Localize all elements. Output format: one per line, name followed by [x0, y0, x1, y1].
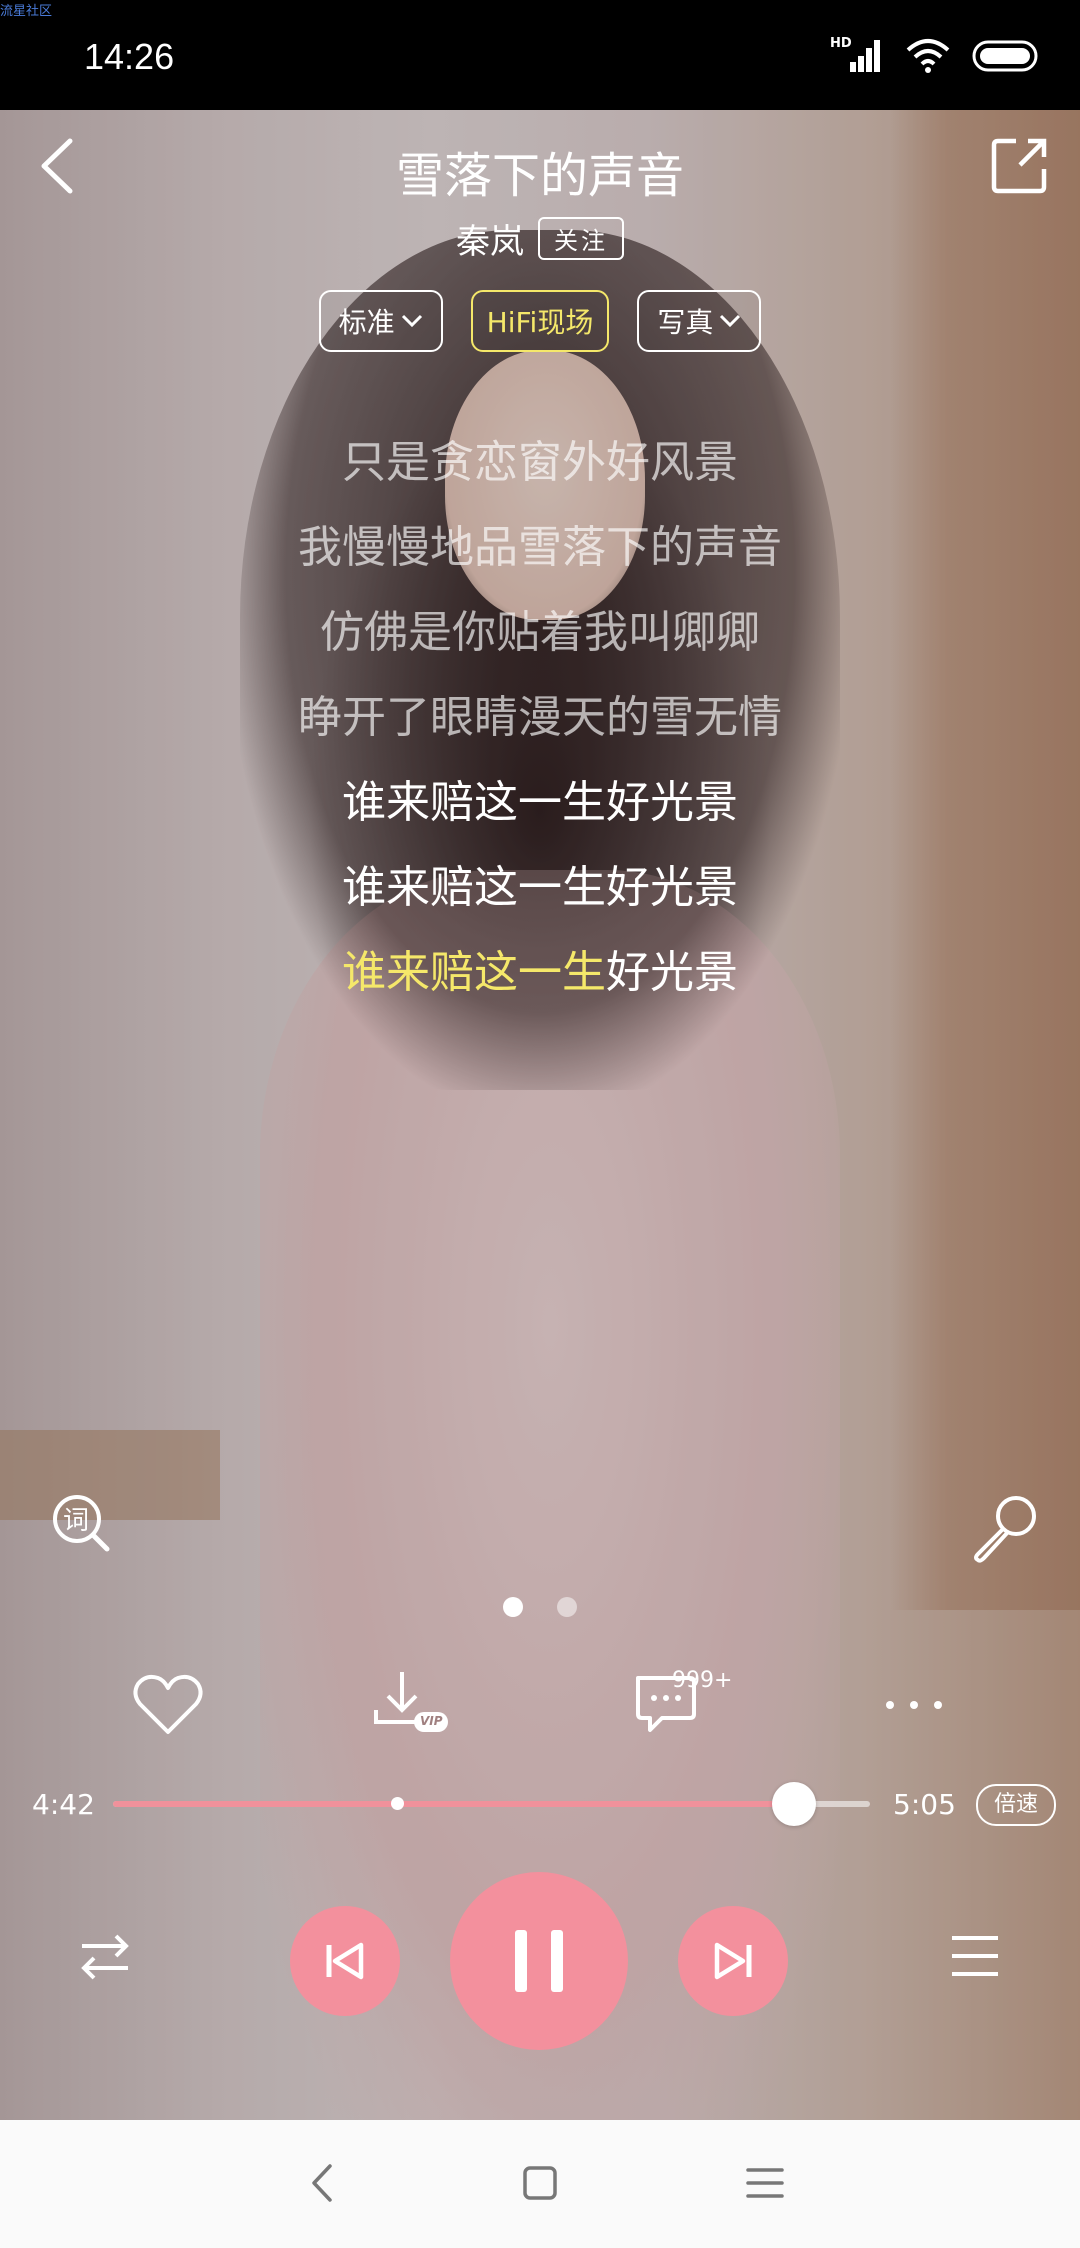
- lyrics-search-icon[interactable]: 词: [50, 1492, 112, 1554]
- lyric-sung-part: 谁来赔这一生: [342, 947, 606, 998]
- lyric-line: 只是贪恋窗外好风景: [342, 437, 738, 488]
- song-title: 雪落下的声音: [395, 148, 684, 204]
- status-icons: HD: [830, 36, 1042, 76]
- chevron-down-icon: [401, 309, 423, 333]
- nav-back-icon[interactable]: [298, 2158, 348, 2208]
- vip-badge: VIP: [420, 1714, 443, 1728]
- playback-speed-button[interactable]: 倍速: [976, 1784, 1056, 1826]
- lyric-line: 谁来赔这一生好光景: [342, 862, 738, 913]
- lyric-line: 谁来赔这一生好光景: [342, 777, 738, 828]
- mode-chips: 标准 HiFi现场 写真: [0, 290, 1080, 352]
- quality-selector[interactable]: 标准: [318, 290, 443, 352]
- seek-bar[interactable]: [113, 1782, 870, 1826]
- artist-row: 秦岚 关注: [0, 214, 1080, 263]
- signal-icon: HD: [830, 36, 884, 74]
- microphone-icon[interactable]: [968, 1492, 1040, 1564]
- seek-bar-fill: [113, 1801, 795, 1807]
- comment-count-badge: 999+: [672, 1668, 733, 1693]
- playlist-icon[interactable]: [948, 1930, 1002, 1984]
- visual-mode-selector[interactable]: 写真: [637, 290, 762, 352]
- play-pause-button[interactable]: [450, 1872, 628, 2050]
- page-dot[interactable]: [557, 1597, 577, 1617]
- page-dot-active[interactable]: [503, 1597, 523, 1617]
- status-time: 14:26: [84, 36, 175, 77]
- seek-thumb[interactable]: [772, 1782, 817, 1826]
- visual-mode-label: 写真: [657, 306, 714, 339]
- chevron-down-icon: [719, 309, 741, 333]
- duration-time: 5:05: [893, 1788, 956, 1821]
- lyric-line: 仿佛是你贴着我叫卿卿: [320, 607, 760, 658]
- quality-label: 标准: [338, 306, 395, 339]
- hifi-live-button[interactable]: HiFi现场: [470, 290, 610, 352]
- vip-download-icon[interactable]: VIP: [370, 1670, 450, 1740]
- hifi-label: HiFi现场: [486, 306, 594, 339]
- elapsed-time: 4:42: [32, 1788, 95, 1821]
- skip-previous-icon: [326, 1942, 364, 1980]
- artist-name[interactable]: 秦岚: [456, 214, 524, 263]
- buffer-marker: [390, 1797, 404, 1810]
- more-icon[interactable]: [874, 1670, 954, 1740]
- lyrics-search-glyph: 词: [63, 1506, 90, 1536]
- shuffle-icon[interactable]: [78, 1930, 132, 1984]
- status-bar: 流星社区 14:26 HD: [0, 0, 1080, 110]
- page-indicator: [0, 1597, 1080, 1617]
- follow-button[interactable]: 关注: [538, 217, 624, 260]
- action-row: VIP: [0, 1670, 1080, 1740]
- watermark: 流星社区: [0, 4, 53, 19]
- lyric-remaining-part: 好光景: [606, 947, 738, 998]
- wifi-icon: [906, 39, 950, 73]
- battery-icon: [972, 40, 1038, 72]
- hd-badge: HD: [830, 36, 852, 51]
- playback-controls: [0, 1870, 1080, 2050]
- nav-home-icon[interactable]: [515, 2158, 565, 2208]
- next-button[interactable]: [678, 1906, 788, 2016]
- lyric-line: 睁开了眼睛漫天的雪无情: [298, 692, 782, 743]
- skip-next-icon: [714, 1942, 752, 1980]
- lyrics-panel[interactable]: 只是贪恋窗外好风景 我慢慢地品雪落下的声音 仿佛是你贴着我叫卿卿 睁开了眼睛漫天…: [0, 420, 1080, 1015]
- progress-row: 4:42 5:05 倍速: [0, 1776, 1080, 1832]
- system-nav-bar: [0, 2120, 1080, 2248]
- share-icon[interactable]: [990, 135, 1050, 195]
- pause-icon: [515, 1930, 563, 1992]
- lyric-line: 我慢慢地品雪落下的声音: [298, 522, 782, 573]
- current-lyric-line: 谁来赔这一生好光景: [0, 930, 1080, 1015]
- previous-button[interactable]: [290, 1906, 400, 2016]
- heart-icon[interactable]: [128, 1670, 208, 1740]
- nav-menu-icon[interactable]: [740, 2158, 790, 2208]
